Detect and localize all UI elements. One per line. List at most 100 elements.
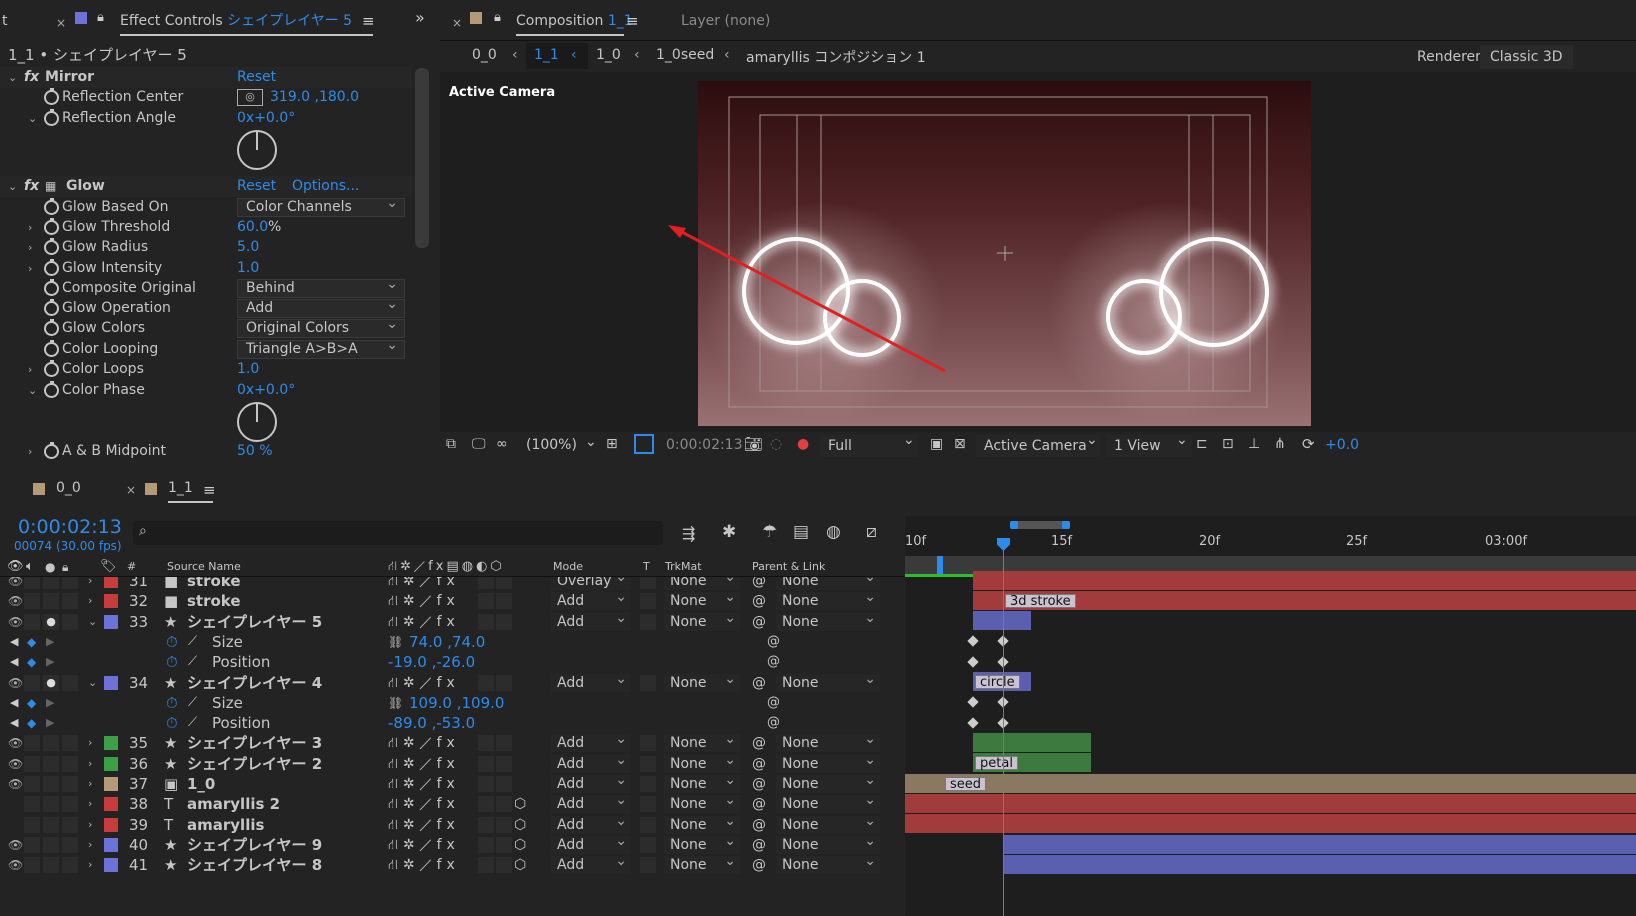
label-color[interactable] <box>104 577 118 588</box>
panel-menu-icon[interactable]: ≡ <box>203 481 216 499</box>
marker-label[interactable]: petal <box>975 756 1018 771</box>
preserve-transparency-toggle[interactable] <box>640 735 656 752</box>
prop-dropdown[interactable]: Add <box>237 296 405 318</box>
marker-label[interactable]: seed <box>945 777 987 792</box>
stopwatch-icon[interactable] <box>44 360 59 377</box>
audio-toggle[interactable] <box>24 836 40 853</box>
channel-icon[interactable]: ● <box>797 436 809 452</box>
pickwhip-icon[interactable]: @ <box>767 713 780 733</box>
mode-dropdown[interactable]: Add <box>551 609 631 631</box>
solo-toggle[interactable] <box>43 816 59 833</box>
trkmat-dropdown[interactable]: None <box>664 791 740 814</box>
solo-toggle[interactable] <box>43 735 59 752</box>
tab-effect-controls[interactable]: Effect Controls シェイプレイヤー 5 <box>120 6 373 36</box>
tab-comp-0_0[interactable]: 0_0 <box>56 473 81 503</box>
property-value[interactable]: -89.0 ,-53.0 <box>388 713 475 733</box>
marker-label[interactable]: 3d stroke <box>1005 594 1076 609</box>
layer-switches[interactable]: ⛙✲⟋fx <box>388 774 460 794</box>
keyframe-marker[interactable] <box>967 717 979 729</box>
keyframe-icon[interactable]: ◆ <box>27 632 36 652</box>
parent-dropdown[interactable]: None <box>776 771 880 793</box>
eye-icon[interactable]: 👁︎ <box>8 855 23 875</box>
layer-row[interactable]: › 39 Tamaryllis ⛙✲⟋fx ⬡ Add None @ None <box>0 812 905 835</box>
prop-value[interactable]: 50 % <box>237 441 273 460</box>
label-color[interactable] <box>104 675 118 690</box>
shy-icon[interactable]: ☂ <box>762 522 777 542</box>
chevron-right-icon[interactable]: › <box>28 237 32 258</box>
pickwhip-icon[interactable]: @ <box>752 835 766 855</box>
label-color[interactable] <box>104 756 118 771</box>
parent-dropdown[interactable]: None <box>776 852 880 875</box>
stopwatch-icon[interactable] <box>44 198 59 215</box>
chevron-down-icon[interactable]: ⌄ <box>8 67 17 88</box>
layer-name[interactable]: シェイプレイヤー 5 <box>187 612 322 632</box>
expand-panels-icon[interactable]: » <box>415 8 425 27</box>
chevron-right-icon[interactable]: › <box>28 258 32 279</box>
keyframe-marker[interactable] <box>967 635 979 647</box>
trkmat-dropdown[interactable]: None <box>664 812 740 834</box>
layer-row[interactable]: 👁︎ ● ⌄ 33 ★ シェイプレイヤー 5 ⛙✲⟋fx Add None @ None <box>0 609 905 632</box>
pickwhip-icon[interactable]: @ <box>767 693 780 713</box>
switch-box[interactable] <box>496 755 512 772</box>
draft-3d-icon[interactable]: ✱ <box>722 522 736 542</box>
lock-toggle[interactable] <box>62 593 78 610</box>
grid-icon[interactable]: ⊞ <box>606 436 618 452</box>
layer-switches[interactable]: ⛙✲⟋fx <box>388 577 460 591</box>
stopwatch-icon[interactable] <box>44 238 59 255</box>
prop-dropdown[interactable]: Color Channels <box>237 195 405 217</box>
audio-toggle[interactable] <box>24 593 40 610</box>
next-keyframe-icon[interactable]: ▶ <box>46 693 54 713</box>
preserve-transparency-toggle[interactable] <box>640 816 656 833</box>
mode-dropdown[interactable]: Add <box>551 791 631 814</box>
preserve-transparency-toggle[interactable] <box>640 796 656 813</box>
fast-preview-icon[interactable]: ⊡ <box>1222 436 1234 452</box>
stopwatch-icon[interactable]: ⏱︎ <box>166 693 178 713</box>
graph-icon[interactable]: ⟋ <box>188 693 197 713</box>
parent-dropdown[interactable]: None <box>776 791 880 814</box>
switch-box[interactable] <box>496 857 512 874</box>
pickwhip-icon[interactable]: @ <box>752 733 766 753</box>
chevron-right-icon[interactable]: › <box>28 441 32 460</box>
crosshair-icon[interactable]: ◎ <box>237 89 263 106</box>
layer-duration-bar[interactable] <box>1003 855 1636 874</box>
switch-box[interactable] <box>496 836 512 853</box>
stopwatch-icon[interactable]: ⏱︎ <box>166 713 178 733</box>
keyframe-marker[interactable] <box>967 656 979 668</box>
stopwatch-icon[interactable] <box>44 319 59 336</box>
layer-row[interactable]: 👁︎ › 35 ★ シェイプレイヤー 3 ⛙✲⟋fx Add None @ None <box>0 730 905 753</box>
current-time[interactable]: 0:00:02:13 <box>666 437 743 453</box>
pickwhip-icon[interactable]: @ <box>752 855 766 875</box>
lock-toggle[interactable] <box>62 755 78 772</box>
layer-switches[interactable]: ⛙✲⟋fx <box>388 612 460 632</box>
3d-layer-icon[interactable]: ⬡ <box>514 794 526 814</box>
chevron-down-icon[interactable]: ⌄ <box>585 434 597 450</box>
switch-box[interactable] <box>478 816 494 833</box>
eye-icon[interactable]: 👁︎ <box>8 754 23 774</box>
parent-dropdown[interactable]: None <box>776 832 880 854</box>
label-color[interactable] <box>104 777 118 791</box>
parent-dropdown[interactable]: None <box>776 751 880 773</box>
stopwatch-icon[interactable] <box>44 340 59 357</box>
prev-keyframe-icon[interactable]: ◀ <box>10 693 18 713</box>
stopwatch-icon[interactable] <box>44 259 59 276</box>
prop-value[interactable]: 0x+0.0° <box>237 108 295 129</box>
switch-box[interactable] <box>496 796 512 813</box>
property-row[interactable]: ◀ ◆ ▶ ⏱︎ ⟋ Size ⛓︎ 74.0 ,74.0 @ <box>0 632 905 652</box>
next-keyframe-icon[interactable]: ▶ <box>46 632 54 652</box>
chevron-down-icon[interactable]: ⌄ <box>88 673 97 693</box>
audio-toggle[interactable] <box>24 755 40 772</box>
switch-box[interactable] <box>496 674 512 691</box>
layer-duration-bar[interactable] <box>1003 835 1636 854</box>
flowchart-icon[interactable]: ⋔ <box>1274 436 1286 452</box>
chevron-right-icon[interactable]: › <box>88 835 92 855</box>
3d-layer-icon[interactable]: ⬡ <box>514 815 526 835</box>
trkmat-dropdown[interactable]: None <box>664 609 740 631</box>
marker-label[interactable]: circle <box>975 675 1020 690</box>
lock-toggle[interactable] <box>62 796 78 813</box>
property-row[interactable]: ◀ ◆ ▶ ⏱︎ ⟋ Size ⛓︎ 109.0 ,109.0 @ <box>0 693 905 713</box>
layer-switches[interactable]: ⛙✲⟋fx <box>388 794 460 814</box>
prop-value[interactable]: 1.0 <box>237 359 259 380</box>
switch-box[interactable] <box>478 755 494 772</box>
layer-row[interactable]: 👁︎ › 37 ▣ 1_0 ⛙✲⟋fx Add None @ None <box>0 771 905 794</box>
property-value[interactable]: 109.0 ,109.0 <box>409 693 504 713</box>
